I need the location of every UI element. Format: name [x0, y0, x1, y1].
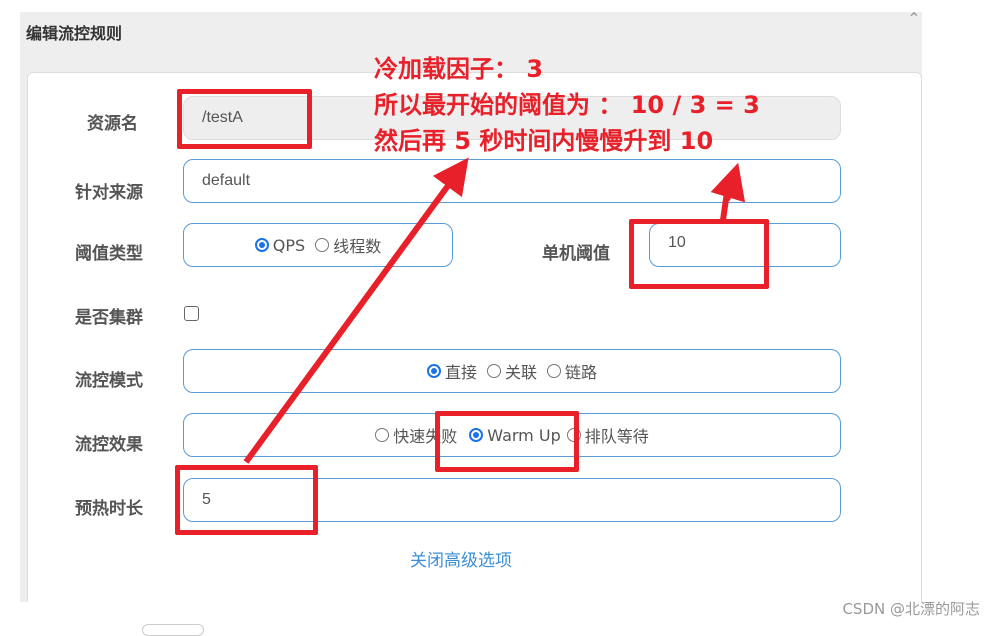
- annotation-arrows: [243, 157, 746, 464]
- arrow-warmup-to-seconds: [243, 157, 469, 464]
- partial-button[interactable]: [142, 624, 204, 636]
- arrow-threshold-head: [710, 162, 746, 203]
- watermark: CSDN @北漂的阿志: [842, 600, 980, 618]
